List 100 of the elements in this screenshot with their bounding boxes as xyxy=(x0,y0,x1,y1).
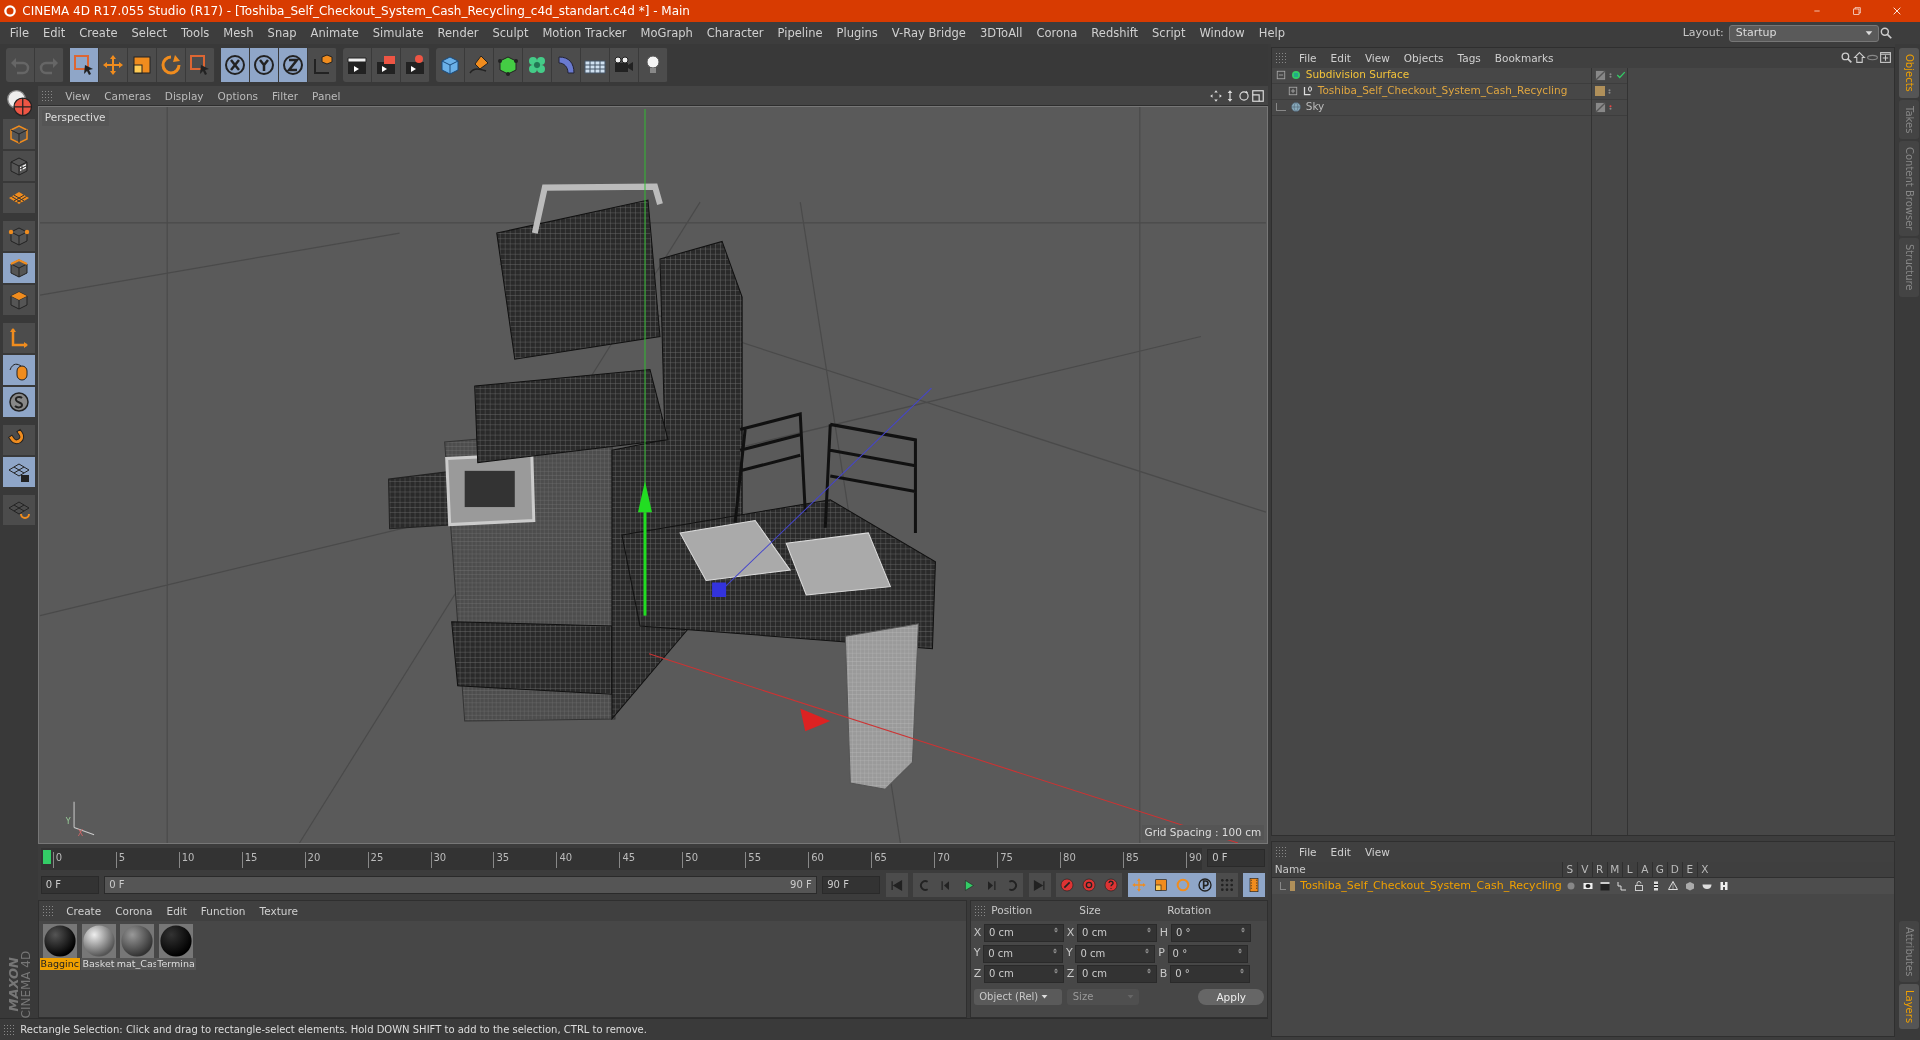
layer-color-swatch[interactable] xyxy=(1289,881,1296,892)
side-tab[interactable]: Objects xyxy=(1899,47,1919,98)
frame-field[interactable]: 0 F xyxy=(40,876,99,894)
frame-field[interactable]: 0 F xyxy=(1207,849,1266,868)
viewport[interactable]: Perspective Y X Grid Spacing : 100 cm xyxy=(38,106,1268,844)
menu-item[interactable]: Tools xyxy=(174,22,217,44)
side-tab[interactable]: Layers xyxy=(1899,983,1919,1029)
menu-item[interactable]: Panel xyxy=(305,86,348,105)
object-row[interactable]: Subdivision Surface xyxy=(1271,67,1591,84)
pan-icon[interactable] xyxy=(1209,88,1224,103)
menu-item[interactable]: File xyxy=(1292,843,1324,862)
value-field[interactable]: 0 ° xyxy=(1170,965,1251,984)
value-field[interactable]: 0 cm xyxy=(1077,923,1158,942)
clapperboard-icon[interactable] xyxy=(1598,880,1611,893)
menu-item[interactable]: Edit xyxy=(159,902,194,920)
menu-item[interactable]: Function xyxy=(193,902,253,920)
menu-item[interactable]: V-Ray Bridge xyxy=(884,22,973,44)
menu-item[interactable]: Script xyxy=(1145,22,1193,44)
menu-item[interactable]: Create xyxy=(59,902,109,920)
menu-item[interactable]: Texture xyxy=(252,902,305,920)
menu-item[interactable]: MoGraph xyxy=(633,22,700,44)
cube-polygon-mode-button[interactable] xyxy=(3,285,35,315)
value-field[interactable]: 0 cm xyxy=(983,944,1064,963)
material-swatch[interactable]: Termina xyxy=(158,923,194,970)
range-slider[interactable]: 0 F 90 F xyxy=(104,876,817,894)
menu-item[interactable]: Character xyxy=(699,22,771,44)
material-swatch[interactable]: Basket xyxy=(80,923,117,970)
axis-mode-button[interactable] xyxy=(3,323,35,353)
record-key-button[interactable] xyxy=(1056,873,1079,897)
playhead[interactable] xyxy=(42,850,51,864)
dot-grid-button[interactable] xyxy=(1215,873,1238,897)
menu-item[interactable]: Bookmarks xyxy=(1487,48,1561,67)
menu-item[interactable]: Snap xyxy=(260,22,304,44)
menu-item[interactable]: File xyxy=(1292,48,1324,67)
menu-item[interactable]: Display xyxy=(157,86,211,105)
menu-item[interactable]: Edit xyxy=(1323,843,1358,862)
x-axis-tool-button[interactable] xyxy=(221,48,250,82)
menu-item[interactable]: 3DToAll xyxy=(972,22,1030,44)
menu-item[interactable]: View xyxy=(58,86,98,105)
cube-points-mode-button[interactable] xyxy=(3,221,35,251)
checker-cube-mode-button[interactable] xyxy=(3,151,35,181)
value-field[interactable]: 0 cm xyxy=(984,923,1065,942)
home-icon[interactable] xyxy=(1852,51,1866,65)
selection-arrow-tool-button[interactable] xyxy=(70,48,99,82)
menu-item[interactable]: Options xyxy=(210,86,266,105)
material-swatch[interactable]: mat_Cas xyxy=(119,923,156,970)
menu-item[interactable]: Help xyxy=(1251,22,1292,44)
menu-item[interactable]: Objects xyxy=(1396,48,1451,67)
value-field[interactable]: 0 ° xyxy=(1167,944,1248,963)
menu-item[interactable]: Sculpt xyxy=(485,22,536,44)
menu-item[interactable]: Select xyxy=(124,22,174,44)
menu-item[interactable]: Animate xyxy=(303,22,366,44)
lock-icon[interactable] xyxy=(1632,880,1645,893)
menu-item[interactable]: Pipeline xyxy=(770,22,830,44)
mode-dropdown[interactable]: Object (Rel) xyxy=(973,988,1062,1005)
object-row[interactable]: Sky xyxy=(1271,99,1591,116)
layout-dropdown[interactable]: Startup xyxy=(1729,24,1880,42)
search-icon[interactable] xyxy=(1839,51,1853,65)
menu-item[interactable]: Redshift xyxy=(1084,22,1146,44)
parameter-button[interactable] xyxy=(1193,873,1216,897)
grid-lock-mode-button[interactable] xyxy=(3,457,35,487)
maximize-icon[interactable] xyxy=(1251,88,1266,103)
object-row[interactable]: Toshiba_Self_Checkout_System_Cash_Recycling xyxy=(1271,83,1591,100)
orbit-icon[interactable] xyxy=(1237,88,1252,103)
expand-icon[interactable] xyxy=(1287,86,1298,97)
menu-item[interactable]: Corona xyxy=(1029,22,1085,44)
menu-item[interactable]: View xyxy=(1357,843,1397,862)
cube-edges-mode-button[interactable] xyxy=(3,253,35,283)
mouse-mode-button[interactable] xyxy=(3,355,35,385)
new-panel-icon[interactable] xyxy=(1878,51,1892,65)
magnet-mode-button[interactable] xyxy=(3,425,35,455)
value-field[interactable]: 0 cm xyxy=(1077,965,1158,984)
menu-item[interactable]: Mesh xyxy=(216,22,261,44)
menu-item[interactable]: Corona xyxy=(108,902,160,920)
apply-button[interactable]: Apply xyxy=(1198,988,1265,1005)
menu-item[interactable]: Plugins xyxy=(829,22,885,44)
pyramid-icon[interactable] xyxy=(1666,880,1679,893)
display-tag-icon[interactable] xyxy=(1594,69,1606,81)
move-arrows-button[interactable] xyxy=(1127,873,1150,897)
menu-item[interactable]: File xyxy=(2,22,36,44)
menu-item[interactable]: Edit xyxy=(1323,48,1358,67)
menu-item[interactable]: View xyxy=(1357,48,1397,67)
floor-grid-tool-button[interactable] xyxy=(581,48,610,82)
menu-item[interactable]: Create xyxy=(72,22,125,44)
film-strip-button[interactable] xyxy=(1243,873,1266,897)
search-icon[interactable] xyxy=(1879,26,1894,40)
menu-item[interactable]: Cameras xyxy=(97,86,158,105)
snap-mode-button[interactable] xyxy=(3,387,35,417)
collapse-icon[interactable] xyxy=(1275,70,1286,81)
grid-plane-mode-button[interactable] xyxy=(3,183,35,213)
skip-start-button[interactable] xyxy=(885,873,908,897)
menu-item[interactable]: Motion Tracker xyxy=(535,22,634,44)
value-field[interactable]: 0 cm xyxy=(1075,944,1156,963)
timeline-ruler[interactable]: 0 5 10 15 20 25 30 35 40 45 50 55 60 65 70 75 80 85 90 xyxy=(40,848,1202,870)
menu-item[interactable]: Window xyxy=(1192,22,1252,44)
display-tag-icon[interactable] xyxy=(1594,101,1606,113)
menu-item[interactable]: Tags xyxy=(1450,48,1488,67)
material-swatch[interactable]: Bagginc xyxy=(41,923,78,970)
z-axis-tool-button[interactable] xyxy=(279,48,308,82)
frame-field[interactable]: 90 F xyxy=(822,876,881,894)
